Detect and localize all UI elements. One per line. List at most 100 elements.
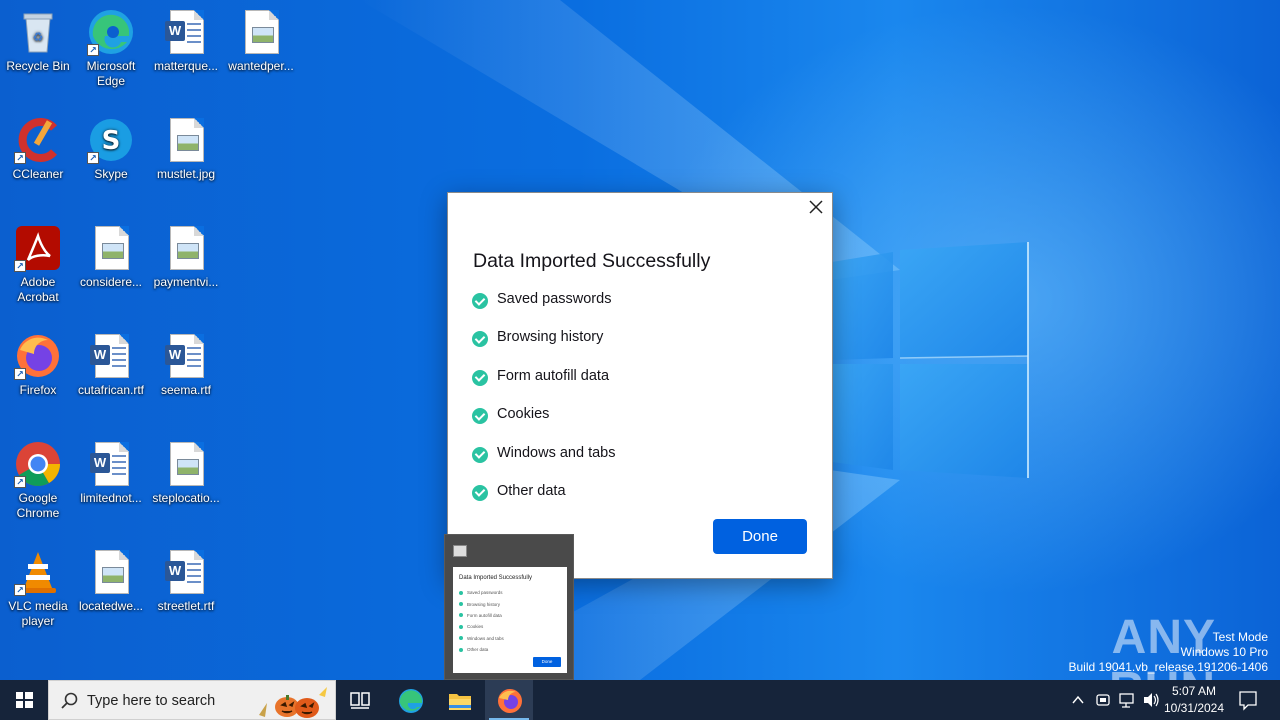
word-doc-icon: W [162, 548, 210, 596]
desktop-icon-label: Recycle Bin [6, 59, 70, 73]
desktop-icon-google-chrome[interactable]: ↗ Google Chrome [0, 436, 76, 521]
check-icon [472, 408, 488, 425]
desktop-icon-paymentvi[interactable]: paymentvi... [148, 220, 224, 290]
taskbar-firefox-button[interactable] [485, 680, 533, 720]
chrome-icon: ↗ [14, 440, 62, 488]
taskbar-edge-button[interactable] [386, 680, 434, 720]
desktop-icon-label: streetlet.rtf [157, 599, 215, 613]
desktop-icon-streetlet[interactable]: W streetlet.rtf [148, 544, 224, 614]
list-item: Form autofill data [472, 368, 615, 406]
desktop-icon-locatedwe[interactable]: locatedwe... [73, 544, 149, 614]
preview-item: Cookies [459, 621, 504, 632]
dialog-title: Data Imported Successfully [473, 250, 711, 272]
item-label: Cookies [497, 406, 550, 423]
halloween-pumpkins-icon [259, 687, 327, 718]
desktop-icon-label: mustlet.jpg [156, 167, 216, 181]
item-label: Other data [497, 482, 566, 499]
list-item: Windows and tabs [472, 445, 615, 483]
preview-list: Saved passwords Browsing history Form au… [459, 587, 504, 655]
check-icon [472, 293, 488, 309]
preview-title: Data Imported Successfully [459, 575, 533, 581]
desktop-icon-wantedper[interactable]: wantedper... [223, 4, 299, 74]
desktop-icon-limitednot[interactable]: W limitednot... [73, 436, 149, 506]
check-icon [472, 446, 488, 463]
desktop-icon-mustlet[interactable]: mustlet.jpg [148, 112, 224, 182]
desktop-icon-label: Firefox [19, 383, 57, 397]
image-file-icon [162, 440, 210, 488]
taskbar-window-preview[interactable]: Data Imported Successfully Saved passwor… [444, 534, 574, 680]
taskbar-search-box[interactable] [48, 680, 336, 720]
search-input[interactable] [87, 689, 257, 713]
desktop-icon-firefox[interactable]: ↗ Firefox [0, 328, 76, 398]
desktop-icon-label: steplocatio... [152, 491, 220, 505]
close-button[interactable] [808, 199, 824, 215]
image-file-icon [237, 8, 285, 56]
notification-icon [1239, 691, 1257, 711]
task-view-button[interactable] [336, 680, 384, 720]
item-label: Windows and tabs [497, 444, 616, 461]
desktop-icon-steplocatio[interactable]: steplocatio... [148, 436, 224, 506]
desktop-icon-label: wantedper... [228, 59, 294, 73]
desktop-icon-label: Adobe Acrobat [17, 275, 59, 304]
desktop-icon-considere[interactable]: considere... [73, 220, 149, 290]
item-label: Saved passwords [497, 291, 612, 307]
check-icon [472, 369, 488, 386]
edge-icon [399, 689, 423, 713]
preview-item: Form autofill data [459, 610, 504, 621]
build-text: Build 19041.vb_release.191206-1406 [1068, 660, 1269, 674]
desktop-icon-recycle-bin[interactable]: ♻ Recycle Bin [0, 4, 76, 74]
imported-items-list: Saved passwords Browsing history Form au… [472, 291, 615, 521]
preview-item: Browsing history [459, 598, 504, 609]
desktop-icon-ccleaner[interactable]: ↗ CCleaner [0, 112, 76, 182]
desktop-icon-adobe-acrobat[interactable]: ↗ Adobe Acrobat [0, 220, 76, 305]
list-item: Other data [472, 483, 615, 521]
desktop-icon-seema[interactable]: W seema.rtf [148, 328, 224, 398]
close-icon [809, 200, 823, 214]
image-file-icon [162, 116, 210, 164]
firefox-icon: ↗ [14, 332, 62, 380]
desktop-icon-label: locatedwe... [78, 599, 144, 613]
desktop-icon-microsoft-edge[interactable]: ↗ Microsoft Edge [73, 4, 149, 89]
desktop-icon-label: Google Chrome [16, 491, 60, 520]
done-button[interactable]: Done [713, 519, 807, 554]
vlc-icon: ↗ [14, 548, 62, 596]
list-item: Saved passwords [472, 291, 615, 329]
item-label: Browsing history [497, 329, 604, 346]
desktop-icon-cutafrican[interactable]: W cutafrican.rtf [73, 328, 149, 398]
desktop-icon-skype[interactable]: S ↗ Skype [73, 112, 149, 182]
svg-text:♻: ♻ [33, 30, 44, 44]
task-view-icon [350, 692, 370, 709]
preview-item: Other data [459, 644, 504, 655]
taskbar-file-explorer-button[interactable] [435, 680, 483, 720]
start-button[interactable] [0, 680, 48, 720]
file-explorer-icon [449, 694, 471, 710]
check-icon [472, 331, 488, 348]
taskbar-clock[interactable]: 5:07 AM 10/31/2024 [1158, 683, 1230, 717]
check-icon [472, 484, 488, 501]
item-label: Form autofill data [497, 367, 610, 384]
action-center-button[interactable] [1234, 680, 1262, 720]
desktop-icon-vlc[interactable]: ↗ VLC media player [0, 544, 76, 629]
image-file-icon [87, 548, 135, 596]
image-file-icon [87, 224, 135, 272]
word-doc-icon: W [87, 440, 135, 488]
word-doc-icon: W [87, 332, 135, 380]
network-button[interactable] [1116, 680, 1138, 720]
taskbar: 5:07 AM 10/31/2024 [0, 680, 1280, 720]
clock-time: 5:07 AM [1171, 684, 1217, 698]
desktop-icon-label: Microsoft Edge [86, 59, 136, 88]
desktop-icon-label: considere... [79, 275, 143, 289]
show-hidden-icons-button[interactable] [1068, 680, 1088, 720]
watermark: ANY RUN Test Mode Windows 10 Pro Build 1… [1012, 612, 1272, 716]
preview-item: Saved passwords [459, 587, 504, 598]
preview-thumbnail: Data Imported Successfully Saved passwor… [453, 567, 567, 673]
ccleaner-icon: ↗ [14, 116, 62, 164]
chevron-up-icon [1072, 695, 1084, 704]
clock-date: 10/31/2024 [1163, 701, 1225, 715]
desktop-icon-matterque[interactable]: W matterque... [148, 4, 224, 74]
preview-done-button: Done [533, 657, 561, 667]
firefox-icon [498, 689, 522, 713]
windows-edition-text: Windows 10 Pro [1180, 645, 1268, 659]
desktop-icon-label: Skype [94, 167, 128, 181]
tray-device-button[interactable] [1092, 680, 1114, 720]
